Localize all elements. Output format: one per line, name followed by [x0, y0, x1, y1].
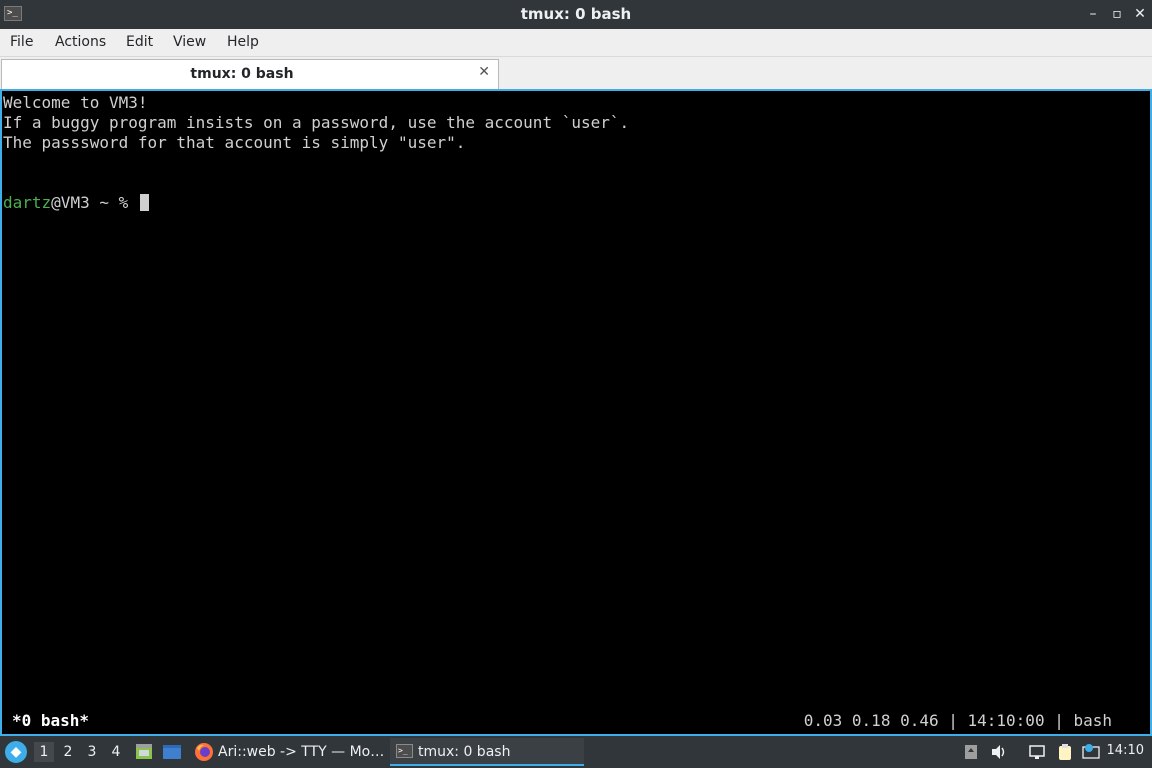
removable-media-icon[interactable]	[962, 743, 980, 761]
taskbar: ◆ 1 2 3 4 Ari::web -> TTY — Mo… >_ tmux:…	[0, 736, 1152, 768]
close-window-button[interactable]: ✕	[1131, 5, 1149, 23]
menu-actions[interactable]: Actions	[55, 34, 106, 50]
clock[interactable]: 14:10	[1107, 743, 1144, 758]
task-terminal[interactable]: >_ tmux: 0 bash	[390, 738, 584, 766]
task-label: Ari::web -> TTY — Mo…	[218, 744, 384, 760]
restore-icon: ▫	[1112, 6, 1122, 22]
terminal-icon: >_	[396, 744, 413, 758]
prompt-username: dartz	[3, 193, 52, 212]
desktop-3-button[interactable]: 3	[82, 742, 102, 762]
minimize-icon: –	[1089, 6, 1097, 22]
prompt-host-path: @VM3 ~ %	[51, 193, 138, 212]
volume-icon[interactable]	[990, 743, 1008, 761]
file-manager-icon[interactable]	[134, 742, 154, 762]
tmux-status-right: 0.03 0.18 0.46 | 14:10:00 | bash	[803, 711, 1112, 730]
desktop-screen: >_ tmux: 0 bash – ▫ ✕ File Actions Edit …	[0, 0, 1152, 768]
terminal-line: The passsword for that account is simply…	[3, 133, 466, 152]
restore-button[interactable]: ▫	[1108, 5, 1126, 23]
task-label: tmux: 0 bash	[418, 744, 511, 760]
tab-bar: tmux: 0 bash ✕	[0, 57, 1152, 89]
close-icon: ✕	[1134, 6, 1146, 22]
task-firefox[interactable]: Ari::web -> TTY — Mo…	[192, 738, 384, 766]
start-menu-icon[interactable]: ◆	[5, 741, 27, 763]
tmux-window-list: *0 bash*	[12, 711, 90, 730]
window-title: tmux: 0 bash	[520, 5, 632, 23]
menu-help[interactable]: Help	[227, 34, 259, 50]
terminal-view[interactable]: Welcome to VM3! If a buggy program insis…	[0, 89, 1152, 736]
menu-file[interactable]: File	[10, 34, 33, 50]
minimize-button[interactable]: –	[1084, 5, 1102, 23]
desktop-2-button[interactable]: 2	[58, 742, 78, 762]
shell-prompt: dartz@VM3 ~ %	[3, 193, 149, 213]
window-titlebar[interactable]: >_ tmux: 0 bash – ▫ ✕	[0, 0, 1152, 29]
terminal-line: If a buggy program insists on a password…	[3, 113, 630, 132]
terminal-line: Welcome to VM3!	[3, 93, 148, 112]
text-cursor	[139, 194, 149, 211]
tab-tmux-bash[interactable]: tmux: 0 bash ✕	[1, 59, 499, 89]
network-icon[interactable]	[1028, 743, 1046, 761]
menu-edit[interactable]: Edit	[126, 34, 153, 50]
tab-label: tmux: 0 bash	[190, 66, 294, 82]
tab-close-icon[interactable]: ✕	[478, 64, 490, 80]
clipboard-icon[interactable]	[1056, 743, 1074, 761]
desktop-1-button[interactable]: 1	[34, 742, 54, 762]
firefox-icon	[194, 742, 214, 762]
show-desktop-icon[interactable]	[162, 742, 182, 762]
menu-view[interactable]: View	[173, 34, 206, 50]
desktop-4-button[interactable]: 4	[106, 742, 126, 762]
menu-bar: File Actions Edit View Help	[0, 29, 1152, 57]
notification-icon[interactable]	[1082, 743, 1100, 761]
